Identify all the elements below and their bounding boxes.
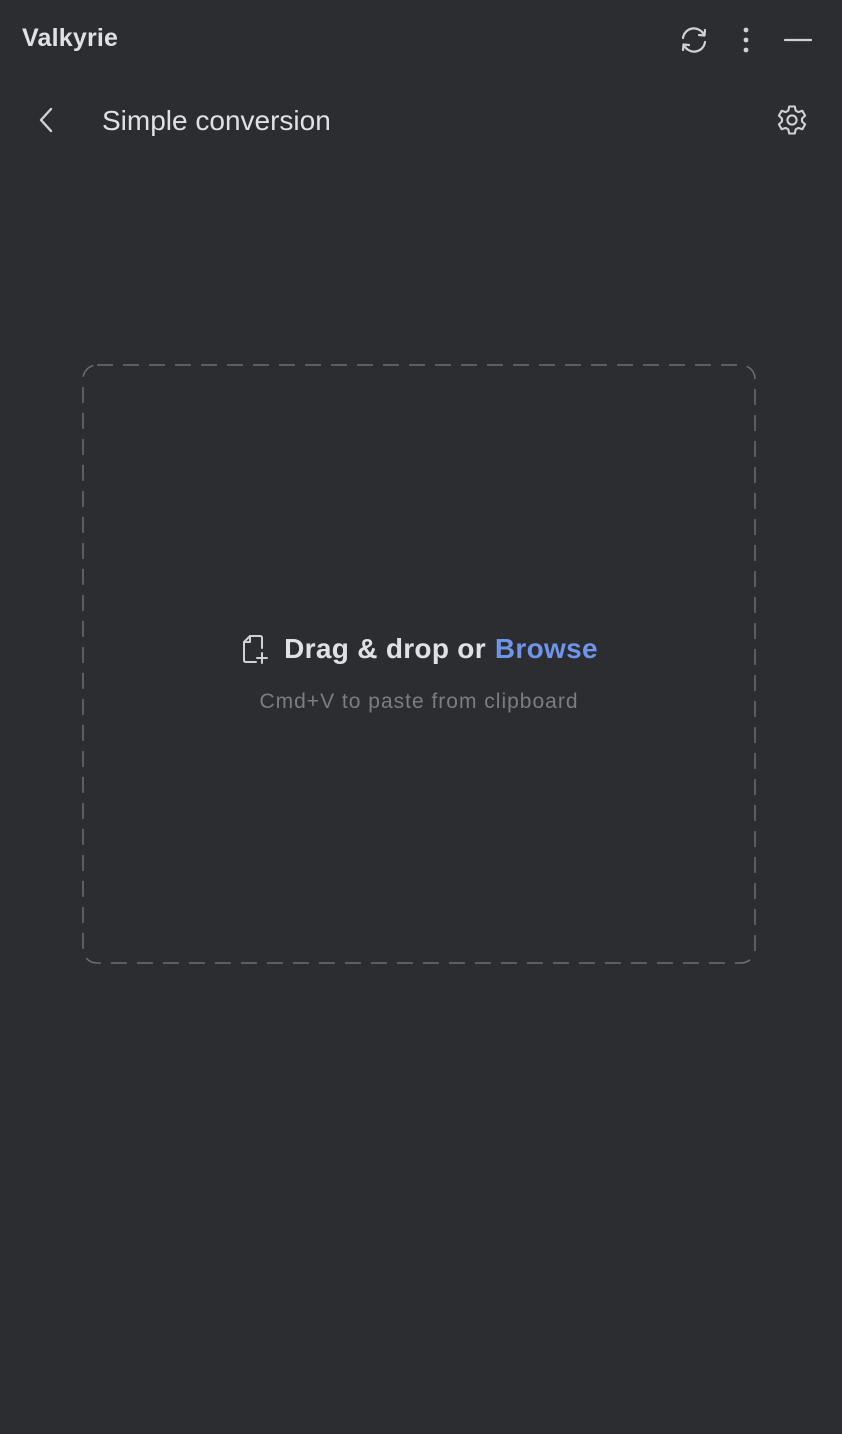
paste-hint: Cmd+V to paste from clipboard — [259, 690, 579, 713]
more-options-button[interactable] — [726, 20, 766, 60]
page-title: Simple conversion — [102, 105, 331, 136]
back-button[interactable] — [26, 102, 66, 142]
page-header: Simple conversion — [0, 90, 842, 154]
file-add-icon — [240, 632, 270, 666]
title-bar: Valkyrie — [0, 0, 842, 82]
browse-link[interactable]: Browse — [495, 633, 598, 665]
gear-icon — [775, 103, 809, 142]
file-dropzone[interactable]: Drag & drop or Browse Cmd+V to paste fro… — [82, 364, 756, 964]
settings-button[interactable] — [770, 100, 814, 144]
app-title: Valkyrie — [22, 24, 119, 52]
chevron-left-icon — [38, 107, 54, 138]
minimize-icon — [784, 38, 812, 42]
more-vertical-icon — [741, 25, 751, 55]
drag-drop-label: Drag & drop or — [284, 633, 486, 664]
minimize-button[interactable] — [778, 20, 818, 60]
sync-icon — [677, 23, 711, 57]
sync-button[interactable] — [674, 20, 714, 60]
drop-instruction: Drag & drop or Browse — [82, 632, 756, 666]
